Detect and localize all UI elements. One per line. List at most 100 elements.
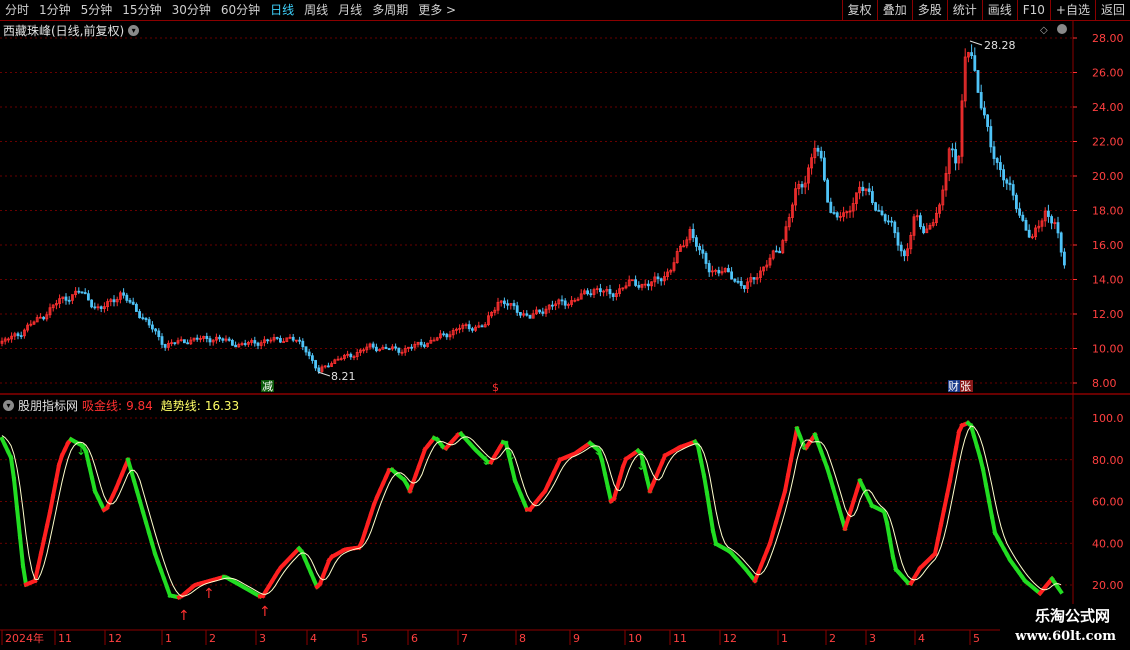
absorb-line-segment — [20, 563, 29, 587]
candle-body — [310, 355, 314, 361]
candle-body — [563, 300, 567, 306]
candle-body — [743, 285, 746, 289]
candle-body — [419, 341, 423, 346]
indicator-name[interactable]: 股朋指标网 — [18, 397, 78, 414]
candle-body — [608, 289, 612, 295]
candle-body — [80, 291, 84, 294]
candle-body — [691, 228, 695, 239]
candle-body — [125, 294, 129, 301]
price-tick-label: 10.00 — [1092, 343, 1124, 356]
candle-body — [150, 324, 154, 330]
candle-body — [186, 342, 190, 345]
candle-body — [470, 328, 474, 331]
down-arrow-icon: ↓ — [636, 459, 646, 473]
candle-body — [275, 337, 279, 339]
candle-body — [134, 303, 138, 312]
time-tick-label: 5 — [361, 632, 368, 645]
candle-body — [16, 333, 20, 336]
absorb-line-segment — [602, 471, 611, 490]
candle-body — [1011, 184, 1015, 196]
candle-body — [778, 250, 781, 254]
candle-body — [112, 299, 116, 303]
candle-body — [230, 339, 234, 346]
candle-body — [1047, 210, 1050, 217]
time-tick-label: 12 — [723, 632, 737, 645]
candle-body — [160, 336, 164, 345]
candle-body — [877, 209, 881, 212]
up-arrow-icon: ↑ — [178, 608, 190, 624]
candle-body — [871, 191, 874, 204]
candle-body — [1056, 222, 1060, 234]
candle-body — [349, 353, 353, 358]
candle-body — [835, 212, 839, 218]
candle-body — [727, 268, 730, 273]
candle-body — [77, 290, 81, 293]
time-tick-label: 3 — [869, 632, 876, 645]
candle-body — [221, 338, 225, 341]
candle-body — [989, 126, 993, 148]
price-tick-label: 28.00 — [1092, 32, 1124, 45]
candle-body — [227, 338, 231, 341]
time-tick-label: 2024年 — [5, 631, 44, 645]
indicator-tick-label: 100.0 — [1092, 412, 1124, 425]
candle-body — [1027, 229, 1031, 238]
down-arrow-icon: ↓ — [506, 449, 516, 463]
candle-body — [541, 311, 545, 314]
time-tick-label: 4 — [310, 632, 317, 645]
up-arrow-icon: ↑ — [259, 604, 271, 620]
candle-body — [301, 340, 305, 348]
time-tick-label: 9 — [573, 632, 580, 645]
time-tick-label: 2 — [209, 632, 216, 645]
chart-canvas[interactable]: 28.0026.0024.0022.0020.0018.0016.0014.00… — [0, 0, 1130, 650]
line2-value: 16.33 — [204, 398, 240, 413]
candle-body — [819, 150, 823, 159]
absorb-line-segment — [14, 505, 23, 540]
candle-body — [154, 328, 158, 332]
candle-body — [525, 313, 529, 316]
absorb-line-segment — [788, 441, 797, 463]
absorb-line-segment — [86, 462, 95, 481]
candle-body — [586, 290, 589, 295]
time-tick-label: 6 — [411, 632, 418, 645]
candle-body — [467, 324, 471, 330]
candle-body — [298, 339, 302, 342]
candle-body — [922, 226, 925, 234]
price-tick-label: 18.00 — [1092, 205, 1124, 218]
candle-body — [970, 52, 973, 57]
finance-marker: 财 — [948, 379, 959, 393]
absorb-line-segment — [989, 514, 998, 536]
price-tick-label: 12.00 — [1092, 308, 1124, 321]
candle-body — [173, 342, 177, 345]
candle-body — [874, 202, 877, 211]
candle-body — [775, 250, 778, 253]
candle-body — [141, 317, 145, 320]
candle-body — [995, 158, 999, 163]
candle-body — [893, 221, 897, 234]
chevron-down-icon[interactable]: ▾ — [3, 400, 14, 411]
absorb-line-segment — [695, 443, 704, 464]
candle-body — [278, 337, 282, 343]
candle-body — [611, 293, 615, 297]
candle-body — [992, 146, 996, 159]
absorb-line-segment — [887, 537, 896, 560]
absorb-line-segment — [599, 458, 608, 477]
candle-body — [730, 271, 733, 280]
absorb-line-segment — [44, 509, 53, 529]
candle-body — [218, 336, 222, 340]
candle-body — [890, 220, 893, 223]
candle-body — [394, 346, 398, 349]
absorb-line-segment — [707, 509, 716, 534]
candle-body — [951, 148, 954, 151]
candle-body — [205, 335, 209, 340]
absorb-line-segment — [950, 445, 959, 467]
candle-body — [733, 278, 737, 282]
candle-body — [374, 346, 378, 352]
up-arrow-icon: ↑ — [203, 586, 215, 602]
candle-body — [986, 114, 989, 127]
absorb-line-segment — [953, 429, 962, 451]
candle-body — [647, 283, 650, 287]
candle-body — [128, 299, 132, 303]
candle-body — [83, 292, 87, 295]
candle-body — [90, 299, 93, 308]
candle-body — [739, 281, 743, 286]
